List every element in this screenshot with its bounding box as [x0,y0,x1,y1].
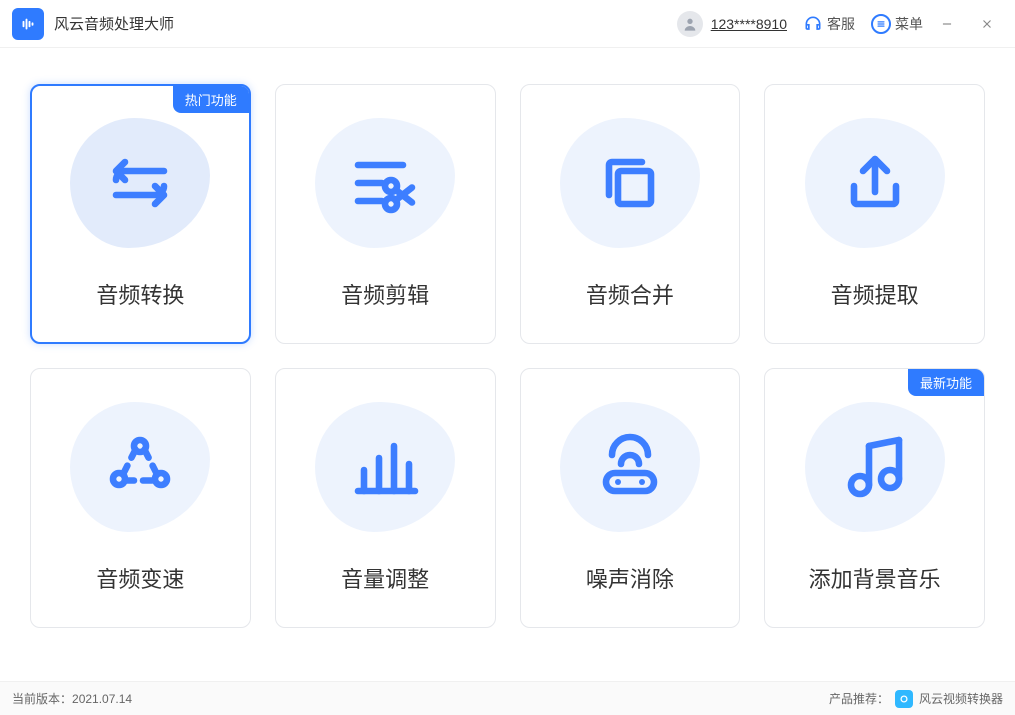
merge-icon [560,118,700,248]
card-audio-convert[interactable]: 热门功能 音频转换 [30,84,251,344]
card-label: 音频合并 [586,278,674,310]
menu-label: 菜单 [895,14,923,34]
avatar-icon [677,11,703,37]
card-add-bgm[interactable]: 最新功能 添加背景音乐 [764,368,985,628]
app-title: 风云音频处理大师 [54,13,174,34]
card-audio-speed[interactable]: 音频变速 [30,368,251,628]
extract-icon [805,118,945,248]
menu-button[interactable]: 菜单 [871,14,923,34]
service-label: 客服 [827,14,855,34]
footer: 当前版本： 2021.07.14 产品推荐： 风云视频转换器 [0,681,1015,715]
card-label: 音频变速 [96,562,184,594]
music-icon [805,402,945,532]
card-audio-merge[interactable]: 音频合并 [520,84,741,344]
trim-icon [315,118,455,248]
speed-icon [70,402,210,532]
ribbon-new: 最新功能 [908,369,984,396]
version-label: 当前版本： [12,690,72,707]
card-audio-extract[interactable]: 音频提取 [764,84,985,344]
volume-icon [315,402,455,532]
card-label: 音量调整 [341,562,429,594]
user-phone: 123****8910 [711,16,787,32]
card-noise-remove[interactable]: 噪声消除 [520,368,741,628]
card-label: 噪声消除 [586,562,674,594]
feature-grid: 热门功能 音频转换 音频剪辑 [30,84,985,628]
headset-icon [803,14,823,34]
recommend-product-icon [895,690,913,708]
recommend-label: 产品推荐： [829,690,889,707]
close-button[interactable] [971,8,1003,40]
card-label: 音频剪辑 [341,278,429,310]
ribbon-hot: 热门功能 [173,86,249,113]
titlebar: 风云音频处理大师 123****8910 客服 菜单 [0,0,1015,48]
card-label: 音频提取 [831,278,919,310]
menu-icon [871,14,891,34]
card-label: 添加背景音乐 [809,562,941,594]
card-volume-adjust[interactable]: 音量调整 [275,368,496,628]
recommend-product-link[interactable]: 风云视频转换器 [919,690,1003,707]
minimize-button[interactable] [931,8,963,40]
app-logo [12,8,44,40]
main-content: 热门功能 音频转换 音频剪辑 [0,48,1015,681]
user-account[interactable]: 123****8910 [677,11,787,37]
convert-icon [70,118,210,248]
customer-service-button[interactable]: 客服 [803,14,855,34]
noise-icon [560,402,700,532]
version-value: 2021.07.14 [72,692,132,706]
card-audio-trim[interactable]: 音频剪辑 [275,84,496,344]
card-label: 音频转换 [96,278,184,310]
